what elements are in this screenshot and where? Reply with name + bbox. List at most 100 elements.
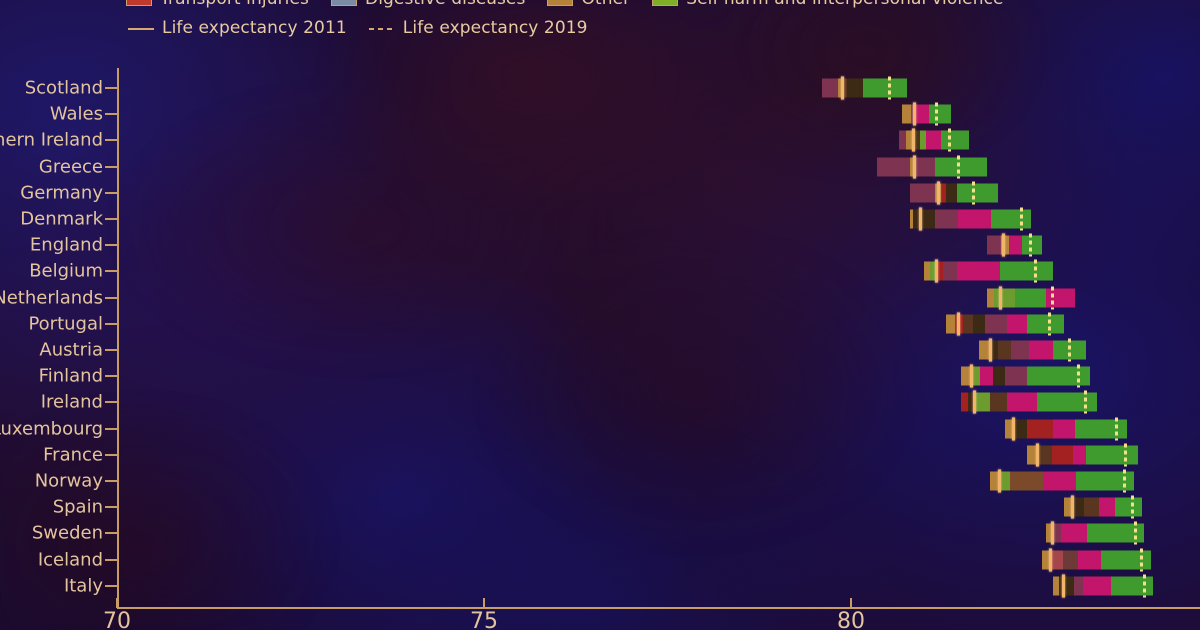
life-expectancy-2011-marker	[841, 76, 845, 100]
bar-segment-cardiovascular	[985, 314, 1008, 334]
table-row[interactable]	[1052, 574, 1153, 598]
bar-segment-cardiovascular	[943, 261, 958, 281]
bar-segment-neoplasms	[1052, 419, 1076, 439]
y-axis-tick	[105, 87, 117, 89]
life-expectancy-2011-marker	[934, 259, 938, 283]
life-expectancy-2011-marker	[1002, 233, 1006, 257]
y-axis-tick	[105, 532, 117, 535]
y-axis-tick	[105, 427, 117, 430]
table-row[interactable]	[961, 364, 1091, 388]
y-axis-label-luxembourg: Luxembourg	[0, 418, 103, 440]
bar-segment-self_harm	[1101, 550, 1152, 570]
table-row[interactable]	[1041, 548, 1152, 572]
table-row[interactable]	[821, 76, 907, 100]
bar-segment-respiratory	[1063, 550, 1079, 570]
table-row[interactable]	[986, 233, 1043, 257]
bar-segment-neoplasms	[1007, 392, 1038, 412]
y-axis-tick	[105, 375, 117, 378]
table-row[interactable]	[909, 207, 1032, 231]
life-expectancy-2011-marker	[918, 207, 922, 231]
life-expectancy-2019-marker	[1131, 495, 1135, 519]
bar-segment-respiratory	[1009, 471, 1044, 491]
life-expectancy-2019-marker	[947, 128, 951, 152]
y-axis-tick	[105, 584, 117, 587]
bar-segment-transport_injuries	[1052, 445, 1074, 465]
life-expectancy-2011-marker	[1035, 443, 1039, 467]
table-row[interactable]	[924, 259, 1054, 283]
y-axis-label-germany: Germany	[20, 182, 103, 204]
y-axis-tick	[105, 296, 117, 299]
bar-segment-respiratory	[962, 314, 974, 334]
y-axis-label-norway: Norway	[34, 470, 103, 492]
life-expectancy-2019-marker	[1047, 312, 1051, 336]
life-expectancy-2011-marker	[972, 390, 976, 414]
life-expectancy-2019-marker	[887, 76, 891, 100]
y-axis-label-northern-ireland: Northern Ireland	[0, 129, 103, 151]
bar-segment-self_harm	[1115, 497, 1142, 517]
life-expectancy-2019-marker	[1028, 233, 1032, 257]
table-row[interactable]	[1005, 417, 1127, 441]
x-axis-tick-label: 75	[470, 609, 498, 630]
table-row[interactable]	[898, 128, 970, 152]
bar-segment-neoplasms	[980, 366, 994, 386]
life-expectancy-2011-marker	[911, 128, 915, 152]
table-row[interactable]	[990, 469, 1135, 493]
life-expectancy-2011-marker	[1012, 417, 1016, 441]
table-row[interactable]	[876, 155, 988, 179]
y-axis-label-spain: Spain	[52, 496, 103, 518]
bar-segment-respiratory	[1084, 497, 1100, 517]
table-row[interactable]	[1045, 521, 1144, 545]
bar-segment-neoplasms	[1008, 235, 1023, 255]
bar-segment-neoplasms	[1082, 576, 1112, 596]
y-axis-label-wales: Wales	[49, 103, 103, 125]
life-expectancy-2011-marker	[1051, 521, 1055, 545]
y-axis-label-scotland: Scotland	[24, 77, 103, 99]
bar-segment-neoplasms	[914, 104, 930, 124]
y-axis-tick	[105, 558, 117, 561]
bar-segment-respiratory	[990, 392, 1008, 412]
bar-segment-cardiovascular	[1005, 366, 1028, 386]
life-expectancy-2011-marker	[1062, 574, 1066, 598]
y-axis-label-france: France	[43, 444, 103, 466]
life-expectancy-2011-marker	[988, 338, 992, 362]
y-axis-line	[117, 68, 119, 608]
y-axis-tick	[105, 113, 117, 116]
bar-segment-self_harm	[1027, 366, 1091, 386]
bar-segment-self_harm	[999, 261, 1054, 281]
bar-segment-self_harm	[1085, 445, 1138, 465]
bar-segment-cardiovascular	[1010, 340, 1030, 360]
y-axis-label-netherlands: Netherlands	[0, 287, 103, 309]
x-axis-tick	[116, 598, 118, 608]
table-row[interactable]	[979, 338, 1087, 362]
life-expectancy-2011-marker	[936, 181, 940, 205]
table-row[interactable]	[961, 390, 1098, 414]
bar-segment-neoplasms	[1060, 523, 1088, 543]
table-row[interactable]	[986, 286, 1076, 310]
life-expectancy-2019-marker	[1124, 443, 1128, 467]
table-row[interactable]	[909, 181, 999, 205]
life-expectancy-2011-marker	[998, 286, 1002, 310]
table-row[interactable]	[1063, 495, 1142, 519]
life-expectancy-2011-marker	[957, 312, 961, 336]
bar-segment-self_harm	[1036, 392, 1098, 412]
life-expectancy-2011-marker	[912, 155, 916, 179]
bar-segment-neoplasms	[1007, 314, 1028, 334]
bar-segment-cardiovascular	[986, 235, 1003, 255]
table-row[interactable]	[946, 312, 1065, 336]
table-row[interactable]	[902, 102, 951, 126]
life-expectancy-2019-marker	[972, 181, 976, 205]
bar-segment-neurological	[972, 314, 986, 334]
life-expectancy-2019-marker	[1140, 548, 1144, 572]
y-axis-label-ireland: Ireland	[40, 391, 103, 413]
plot-area: Scotland Wales Northern Ireland Greece Germa…	[0, 0, 1200, 630]
life-expectancy-2019-marker	[1034, 259, 1038, 283]
table-row[interactable]	[1027, 443, 1138, 467]
life-expectancy-2019-marker	[1051, 286, 1055, 310]
y-axis-tick	[105, 244, 117, 247]
bar-segment-neurological	[946, 183, 958, 203]
life-expectancy-2019-marker	[1077, 364, 1081, 388]
y-axis-tick	[105, 191, 117, 194]
bar-segment-neoplasms	[1045, 288, 1076, 308]
bar-segment-self_harm	[956, 183, 999, 203]
y-axis-label-iceland: Iceland	[37, 549, 103, 571]
